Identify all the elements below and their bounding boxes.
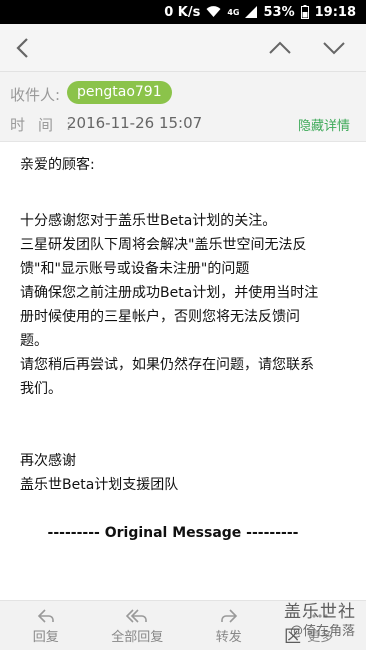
previous-mail-button[interactable]	[258, 24, 302, 72]
battery-icon	[300, 5, 309, 19]
recipient-label: 收件人:	[10, 86, 61, 104]
body-line: 请您稍后再尝试，如果仍然存在问题，请您联系	[20, 357, 314, 373]
closing-thanks: 再次感谢	[20, 453, 76, 469]
body-line: 我们。	[20, 381, 62, 397]
more-icon	[312, 613, 328, 618]
battery-level: 53%	[263, 4, 295, 20]
salutation: 亲爱的顾客:	[20, 157, 95, 173]
wifi-icon	[206, 6, 221, 18]
time-value: 2016-11-26 15:07	[67, 114, 203, 132]
reply-button[interactable]: 回复	[0, 601, 92, 650]
chevron-up-icon	[269, 41, 291, 54]
closing-signature: 盖乐世Beta计划支援团队	[20, 477, 179, 493]
back-button[interactable]	[0, 24, 44, 72]
original-message-divider: --------- Original Message ---------	[47, 525, 299, 541]
reply-icon	[37, 608, 54, 623]
more-button[interactable]: 更多	[275, 601, 366, 650]
reply-all-button[interactable]: 全部回复	[92, 601, 184, 650]
forward-label: 转发	[215, 629, 242, 645]
hide-details-link[interactable]: 隐藏详情	[298, 115, 350, 134]
network-type: 4G	[227, 7, 240, 17]
body-line: 题。	[20, 333, 48, 349]
body-line: 册时候使用的三星帐户，否则您将无法反馈问	[20, 309, 300, 325]
forward-button[interactable]: 转发	[183, 601, 275, 650]
reply-all-label: 全部回复	[111, 629, 164, 645]
mail-body: 亲爱的顾客: 十分感谢您对于盖乐世Beta计划的关注。 三星研发团队下周将会解决…	[0, 143, 366, 600]
body-line: 十分感谢您对于盖乐世Beta计划的关注。	[20, 213, 277, 229]
reply-label: 回复	[32, 629, 59, 645]
status-bar: 0 K/s 4G 53% 19:18	[0, 0, 366, 24]
body-line: 馈"和"显示账号或设备未注册"的问题	[20, 261, 250, 277]
forward-icon	[220, 608, 237, 623]
more-label: 更多	[307, 629, 334, 645]
signal-icon	[245, 6, 258, 18]
back-arrow-icon	[16, 38, 28, 58]
action-bar	[0, 24, 366, 72]
bottom-toolbar: 回复 全部回复 转发 更多	[0, 600, 366, 650]
body-line: 三星研发团队下周将会解决"盖乐世空间无法反	[20, 237, 307, 253]
net-speed: 0 K/s	[164, 4, 201, 20]
recipient-chip[interactable]: pengtao791	[67, 81, 172, 104]
next-mail-button[interactable]	[312, 24, 356, 72]
reply-all-icon	[126, 608, 148, 623]
body-line: 请确保您之前注册成功Beta计划，并使用当时注	[20, 285, 319, 301]
chevron-down-icon	[323, 42, 345, 55]
mail-header: 收件人: pengtao791 时间: 2016-11-26 15:07 隐藏详…	[0, 72, 366, 142]
clock: 19:18	[314, 4, 356, 20]
